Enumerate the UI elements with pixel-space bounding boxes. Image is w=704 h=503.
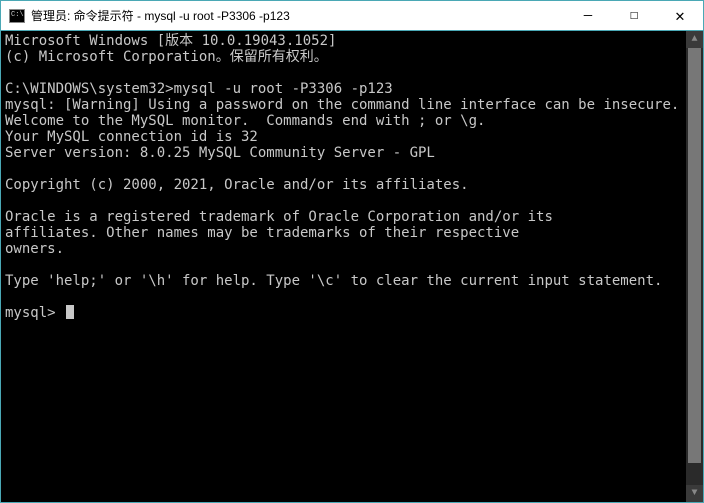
scroll-track[interactable] bbox=[686, 48, 703, 485]
cursor bbox=[66, 305, 74, 319]
mysql-prompt[interactable]: mysql> bbox=[5, 305, 699, 321]
scroll-up-arrow[interactable]: ▲ bbox=[686, 31, 703, 48]
scroll-thumb[interactable] bbox=[688, 48, 701, 463]
scrollbar[interactable]: ▲ ▼ bbox=[686, 31, 703, 502]
cmd-icon bbox=[9, 9, 25, 23]
window-title: 管理员: 命令提示符 - mysql -u root -P3306 -p123 bbox=[31, 7, 565, 24]
terminal-output[interactable]: Microsoft Windows [版本 10.0.19043.1052] (… bbox=[1, 31, 703, 502]
scroll-down-arrow[interactable]: ▼ bbox=[686, 485, 703, 502]
maximize-button[interactable]: ☐ bbox=[611, 1, 657, 30]
window-titlebar: 管理员: 命令提示符 - mysql -u root -P3306 -p123 … bbox=[1, 1, 703, 31]
prompt-text: mysql> bbox=[5, 305, 64, 321]
window-controls: — ☐ ✕ bbox=[565, 1, 703, 30]
minimize-button[interactable]: — bbox=[565, 1, 611, 30]
terminal-container: Microsoft Windows [版本 10.0.19043.1052] (… bbox=[1, 31, 703, 502]
close-button[interactable]: ✕ bbox=[657, 1, 703, 30]
